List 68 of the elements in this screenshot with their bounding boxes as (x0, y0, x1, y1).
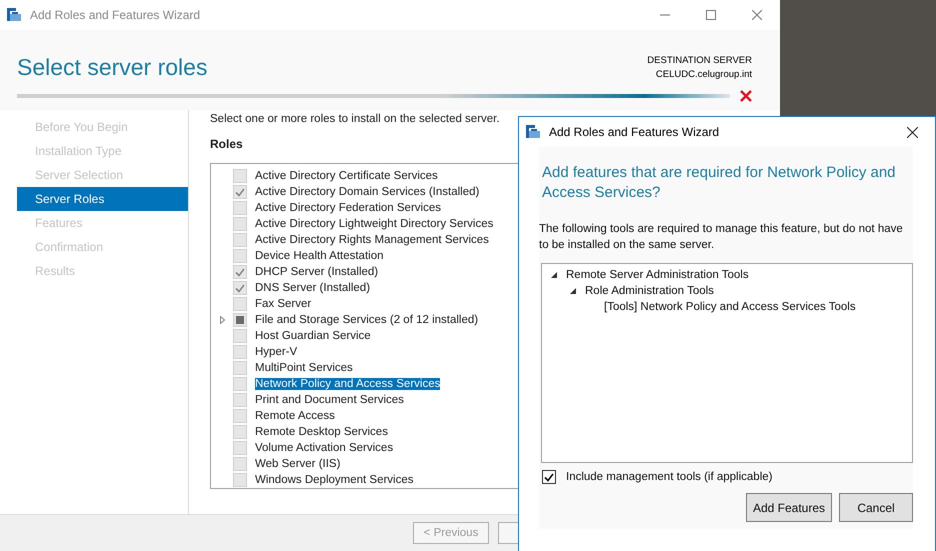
role-checkbox[interactable] (233, 345, 247, 359)
role-label[interactable]: Active Directory Rights Management Services (255, 234, 489, 246)
roles-heading: Roles (210, 137, 243, 151)
maximize-icon (706, 10, 716, 20)
destination-label: DESTINATION SERVER (647, 54, 752, 68)
cancel-button[interactable]: Cancel (839, 493, 913, 522)
role-label[interactable]: DNS Server (Installed) (255, 282, 370, 294)
role-label[interactable]: Fax Server (255, 298, 312, 310)
role-checkbox[interactable] (233, 393, 247, 407)
role-checkbox[interactable] (233, 313, 247, 327)
window-title: Add Roles and Features Wizard (30, 8, 200, 22)
role-label[interactable]: Hyper-V (255, 346, 298, 358)
check-icon (235, 188, 245, 196)
role-checkbox[interactable] (233, 457, 247, 471)
role-checkbox[interactable] (233, 249, 247, 263)
check-icon (544, 472, 554, 482)
tree-item[interactable]: Role Administration Tools (585, 285, 714, 297)
role-label[interactable]: Web Server (IIS) (255, 458, 340, 470)
role-label[interactable]: Active Directory Federation Services (255, 202, 441, 214)
error-icon (740, 90, 752, 102)
wizard-icon (525, 124, 541, 140)
role-checkbox[interactable] (233, 377, 247, 391)
role-checkbox[interactable] (233, 409, 247, 423)
role-label[interactable]: Remote Access (255, 410, 335, 422)
role-checkbox[interactable] (233, 233, 247, 247)
role-checkbox[interactable] (233, 169, 247, 183)
role-label[interactable]: Device Health Attestation (255, 250, 384, 262)
include-tools-label: Include management tools (if applicable) (566, 471, 772, 483)
tree-item[interactable]: [Tools] Network Policy and Access Services Tools (604, 301, 856, 313)
dialog-title: Add Roles and Features Wizard (549, 125, 720, 139)
role-label[interactable]: Host Guardian Service (255, 330, 371, 342)
role-checkbox[interactable] (233, 361, 247, 375)
nav-item[interactable]: Server Roles (17, 187, 188, 211)
role-label[interactable]: Active Directory Domain Services (Installed) (255, 186, 480, 198)
instruction-text: Select one or more roles to install on the selected server. (210, 113, 500, 125)
destination-server: CELUDC.celugroup.int (656, 68, 752, 82)
expand-icon[interactable] (220, 316, 224, 324)
role-checkbox[interactable] (233, 185, 247, 199)
expanded-icon[interactable] (550, 271, 558, 279)
close-icon (752, 10, 762, 20)
role-label[interactable]: Remote Desktop Services (255, 426, 388, 438)
role-label[interactable]: Windows Deployment Services (255, 474, 414, 486)
include-tools-checkbox[interactable] (542, 470, 556, 484)
role-label[interactable]: Network Policy and Access Services (255, 378, 440, 390)
role-label[interactable]: File and Storage Services (2 of 12 installed) (255, 314, 478, 326)
role-label[interactable]: Active Directory Lightweight Directory Services (255, 218, 494, 230)
role-checkbox[interactable] (233, 265, 247, 279)
expanded-icon[interactable] (569, 287, 577, 295)
role-checkbox[interactable] (233, 329, 247, 343)
role-checkbox[interactable] (233, 297, 247, 311)
role-checkbox[interactable] (233, 201, 247, 215)
role-checkbox[interactable] (233, 473, 247, 487)
page-title: Select server roles (17, 54, 208, 82)
role-checkbox[interactable] (233, 281, 247, 295)
role-checkbox[interactable] (233, 441, 247, 455)
role-checkbox[interactable] (233, 425, 247, 439)
dialog-description: The following tools are required to manage this feature, but do not have to be installed on the same server. (539, 222, 904, 253)
wizard-icon (6, 7, 22, 23)
role-label[interactable]: Active Directory Certificate Services (255, 170, 438, 182)
tree-item[interactable]: Remote Server Administration Tools (566, 269, 749, 281)
role-label[interactable]: DHCP Server (Installed) (255, 266, 378, 278)
close-icon (906, 126, 918, 138)
add-features-button[interactable]: Add Features (746, 493, 832, 522)
role-label[interactable]: MultiPoint Services (255, 362, 353, 374)
role-checkbox[interactable] (233, 217, 247, 231)
role-label[interactable]: Volume Activation Services (255, 442, 394, 454)
dialog-heading: Add features that are required for Network Policy and Access Services? (541, 163, 897, 203)
role-label[interactable]: Print and Document Services (255, 394, 404, 406)
